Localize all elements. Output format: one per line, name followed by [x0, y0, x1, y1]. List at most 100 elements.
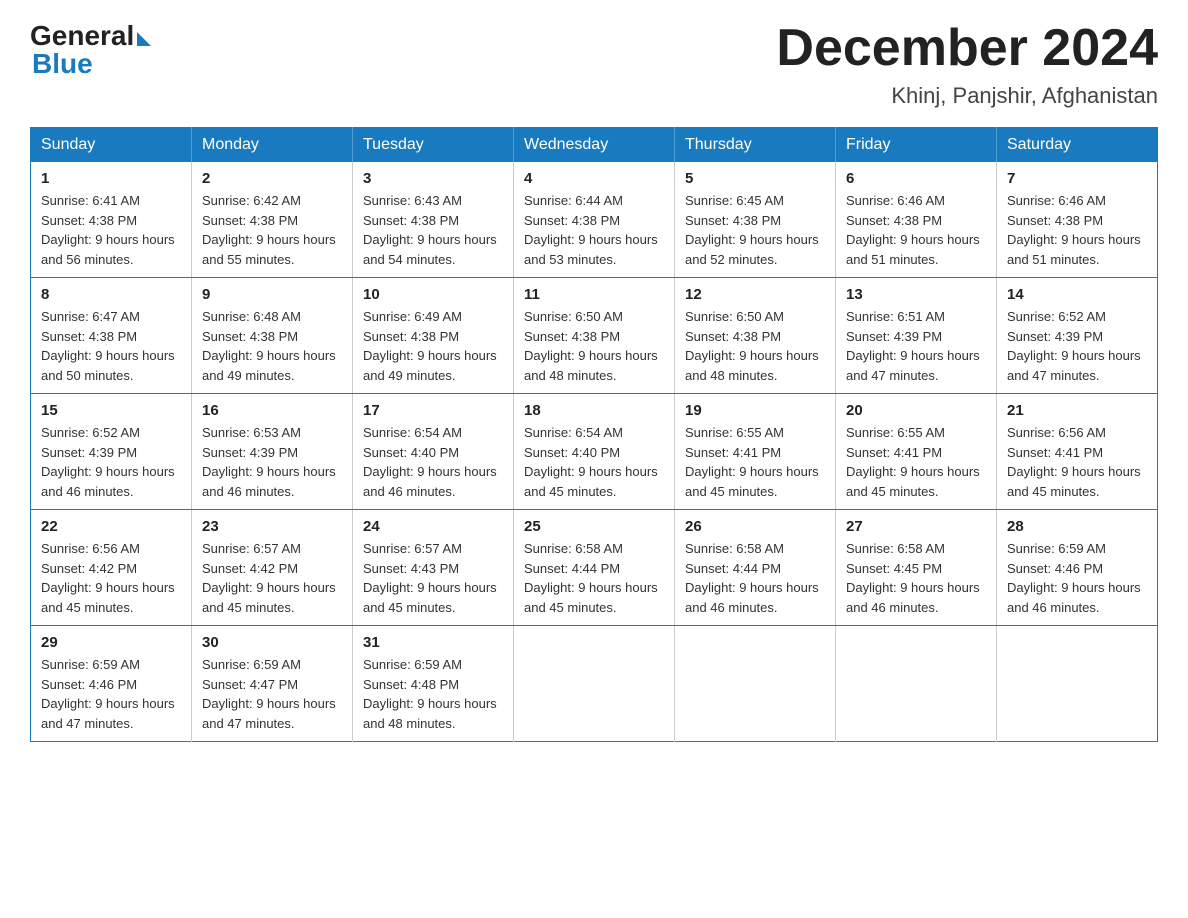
calendar-cell: 19 Sunrise: 6:55 AMSunset: 4:41 PMDayligh…	[675, 394, 836, 510]
calendar-cell: 14 Sunrise: 6:52 AMSunset: 4:39 PMDayligh…	[997, 278, 1158, 394]
calendar-cell: 15 Sunrise: 6:52 AMSunset: 4:39 PMDayligh…	[31, 394, 192, 510]
day-info: Sunrise: 6:44 AMSunset: 4:38 PMDaylight:…	[524, 191, 664, 269]
calendar-cell: 13 Sunrise: 6:51 AMSunset: 4:39 PMDayligh…	[836, 278, 997, 394]
calendar-cell: 29 Sunrise: 6:59 AMSunset: 4:46 PMDayligh…	[31, 626, 192, 742]
day-number: 19	[685, 402, 825, 419]
calendar-cell: 31 Sunrise: 6:59 AMSunset: 4:48 PMDayligh…	[353, 626, 514, 742]
calendar-cell: 2 Sunrise: 6:42 AMSunset: 4:38 PMDaylight…	[192, 162, 353, 278]
calendar-week-row: 8 Sunrise: 6:47 AMSunset: 4:38 PMDaylight…	[31, 278, 1158, 394]
calendar-cell: 27 Sunrise: 6:58 AMSunset: 4:45 PMDayligh…	[836, 510, 997, 626]
day-info: Sunrise: 6:51 AMSunset: 4:39 PMDaylight:…	[846, 307, 986, 385]
calendar-cell: 24 Sunrise: 6:57 AMSunset: 4:43 PMDayligh…	[353, 510, 514, 626]
day-number: 6	[846, 170, 986, 187]
calendar-cell: 18 Sunrise: 6:54 AMSunset: 4:40 PMDayligh…	[514, 394, 675, 510]
header-friday: Friday	[836, 128, 997, 163]
day-info: Sunrise: 6:43 AMSunset: 4:38 PMDaylight:…	[363, 191, 503, 269]
day-info: Sunrise: 6:55 AMSunset: 4:41 PMDaylight:…	[846, 423, 986, 501]
calendar-cell	[675, 626, 836, 742]
day-info: Sunrise: 6:46 AMSunset: 4:38 PMDaylight:…	[846, 191, 986, 269]
day-number: 29	[41, 634, 181, 651]
calendar-cell: 5 Sunrise: 6:45 AMSunset: 4:38 PMDaylight…	[675, 162, 836, 278]
day-number: 21	[1007, 402, 1147, 419]
day-number: 8	[41, 286, 181, 303]
header-saturday: Saturday	[997, 128, 1158, 163]
calendar-cell	[836, 626, 997, 742]
day-number: 14	[1007, 286, 1147, 303]
day-info: Sunrise: 6:58 AMSunset: 4:44 PMDaylight:…	[685, 539, 825, 617]
calendar-cell: 4 Sunrise: 6:44 AMSunset: 4:38 PMDaylight…	[514, 162, 675, 278]
day-info: Sunrise: 6:57 AMSunset: 4:43 PMDaylight:…	[363, 539, 503, 617]
day-number: 27	[846, 518, 986, 535]
day-info: Sunrise: 6:50 AMSunset: 4:38 PMDaylight:…	[524, 307, 664, 385]
day-info: Sunrise: 6:49 AMSunset: 4:38 PMDaylight:…	[363, 307, 503, 385]
day-info: Sunrise: 6:55 AMSunset: 4:41 PMDaylight:…	[685, 423, 825, 501]
day-number: 4	[524, 170, 664, 187]
day-number: 13	[846, 286, 986, 303]
header-wednesday: Wednesday	[514, 128, 675, 163]
day-info: Sunrise: 6:54 AMSunset: 4:40 PMDaylight:…	[524, 423, 664, 501]
calendar-cell: 26 Sunrise: 6:58 AMSunset: 4:44 PMDayligh…	[675, 510, 836, 626]
day-info: Sunrise: 6:47 AMSunset: 4:38 PMDaylight:…	[41, 307, 181, 385]
day-info: Sunrise: 6:42 AMSunset: 4:38 PMDaylight:…	[202, 191, 342, 269]
calendar-cell: 7 Sunrise: 6:46 AMSunset: 4:38 PMDaylight…	[997, 162, 1158, 278]
logo-triangle-icon	[137, 32, 151, 46]
day-info: Sunrise: 6:52 AMSunset: 4:39 PMDaylight:…	[1007, 307, 1147, 385]
day-number: 9	[202, 286, 342, 303]
logo-blue-text: Blue	[30, 48, 93, 80]
logo: General Blue	[30, 20, 151, 80]
day-info: Sunrise: 6:53 AMSunset: 4:39 PMDaylight:…	[202, 423, 342, 501]
day-info: Sunrise: 6:41 AMSunset: 4:38 PMDaylight:…	[41, 191, 181, 269]
calendar-week-row: 22Sunrise: 6:56 AMSunset: 4:42 PMDayligh…	[31, 510, 1158, 626]
day-info: Sunrise: 6:52 AMSunset: 4:39 PMDaylight:…	[41, 423, 181, 501]
calendar-cell: 12Sunrise: 6:50 AMSunset: 4:38 PMDayligh…	[675, 278, 836, 394]
calendar-cell: 22Sunrise: 6:56 AMSunset: 4:42 PMDayligh…	[31, 510, 192, 626]
header-monday: Monday	[192, 128, 353, 163]
header-thursday: Thursday	[675, 128, 836, 163]
day-info: Sunrise: 6:46 AMSunset: 4:38 PMDaylight:…	[1007, 191, 1147, 269]
day-number: 24	[363, 518, 503, 535]
header-tuesday: Tuesday	[353, 128, 514, 163]
day-info: Sunrise: 6:48 AMSunset: 4:38 PMDaylight:…	[202, 307, 342, 385]
day-number: 17	[363, 402, 503, 419]
day-number: 3	[363, 170, 503, 187]
day-number: 25	[524, 518, 664, 535]
day-info: Sunrise: 6:59 AMSunset: 4:48 PMDaylight:…	[363, 655, 503, 733]
day-info: Sunrise: 6:58 AMSunset: 4:44 PMDaylight:…	[524, 539, 664, 617]
calendar-cell: 25 Sunrise: 6:58 AMSunset: 4:44 PMDayligh…	[514, 510, 675, 626]
calendar-cell: 3 Sunrise: 6:43 AMSunset: 4:38 PMDaylight…	[353, 162, 514, 278]
day-number: 30	[202, 634, 342, 651]
day-number: 7	[1007, 170, 1147, 187]
day-info: Sunrise: 6:59 AMSunset: 4:47 PMDaylight:…	[202, 655, 342, 733]
calendar-week-row: 29 Sunrise: 6:59 AMSunset: 4:46 PMDayligh…	[31, 626, 1158, 742]
calendar-cell: 6 Sunrise: 6:46 AMSunset: 4:38 PMDaylight…	[836, 162, 997, 278]
day-number: 20	[846, 402, 986, 419]
calendar-table: SundayMondayTuesdayWednesdayThursdayFrid…	[30, 127, 1158, 742]
day-number: 18	[524, 402, 664, 419]
day-number: 15	[41, 402, 181, 419]
day-number: 31	[363, 634, 503, 651]
calendar-cell	[514, 626, 675, 742]
calendar-cell: 23 Sunrise: 6:57 AMSunset: 4:42 PMDayligh…	[192, 510, 353, 626]
day-info: Sunrise: 6:57 AMSunset: 4:42 PMDaylight:…	[202, 539, 342, 617]
calendar-cell: 11Sunrise: 6:50 AMSunset: 4:38 PMDayligh…	[514, 278, 675, 394]
calendar-cell: 9 Sunrise: 6:48 AMSunset: 4:38 PMDaylight…	[192, 278, 353, 394]
location-text: Khinj, Panjshir, Afghanistan	[776, 83, 1158, 109]
day-number: 10	[363, 286, 503, 303]
day-number: 5	[685, 170, 825, 187]
day-number: 2	[202, 170, 342, 187]
day-info: Sunrise: 6:58 AMSunset: 4:45 PMDaylight:…	[846, 539, 986, 617]
day-info: Sunrise: 6:59 AMSunset: 4:46 PMDaylight:…	[41, 655, 181, 733]
calendar-cell: 8 Sunrise: 6:47 AMSunset: 4:38 PMDaylight…	[31, 278, 192, 394]
day-number: 26	[685, 518, 825, 535]
calendar-week-row: 15 Sunrise: 6:52 AMSunset: 4:39 PMDayligh…	[31, 394, 1158, 510]
day-number: 23	[202, 518, 342, 535]
calendar-cell: 20 Sunrise: 6:55 AMSunset: 4:41 PMDayligh…	[836, 394, 997, 510]
calendar-cell: 28Sunrise: 6:59 AMSunset: 4:46 PMDayligh…	[997, 510, 1158, 626]
title-section: December 2024 Khinj, Panjshir, Afghanist…	[776, 20, 1158, 109]
day-info: Sunrise: 6:56 AMSunset: 4:42 PMDaylight:…	[41, 539, 181, 617]
day-info: Sunrise: 6:56 AMSunset: 4:41 PMDaylight:…	[1007, 423, 1147, 501]
day-info: Sunrise: 6:50 AMSunset: 4:38 PMDaylight:…	[685, 307, 825, 385]
calendar-cell: 17Sunrise: 6:54 AMSunset: 4:40 PMDayligh…	[353, 394, 514, 510]
calendar-cell: 16Sunrise: 6:53 AMSunset: 4:39 PMDayligh…	[192, 394, 353, 510]
day-info: Sunrise: 6:45 AMSunset: 4:38 PMDaylight:…	[685, 191, 825, 269]
